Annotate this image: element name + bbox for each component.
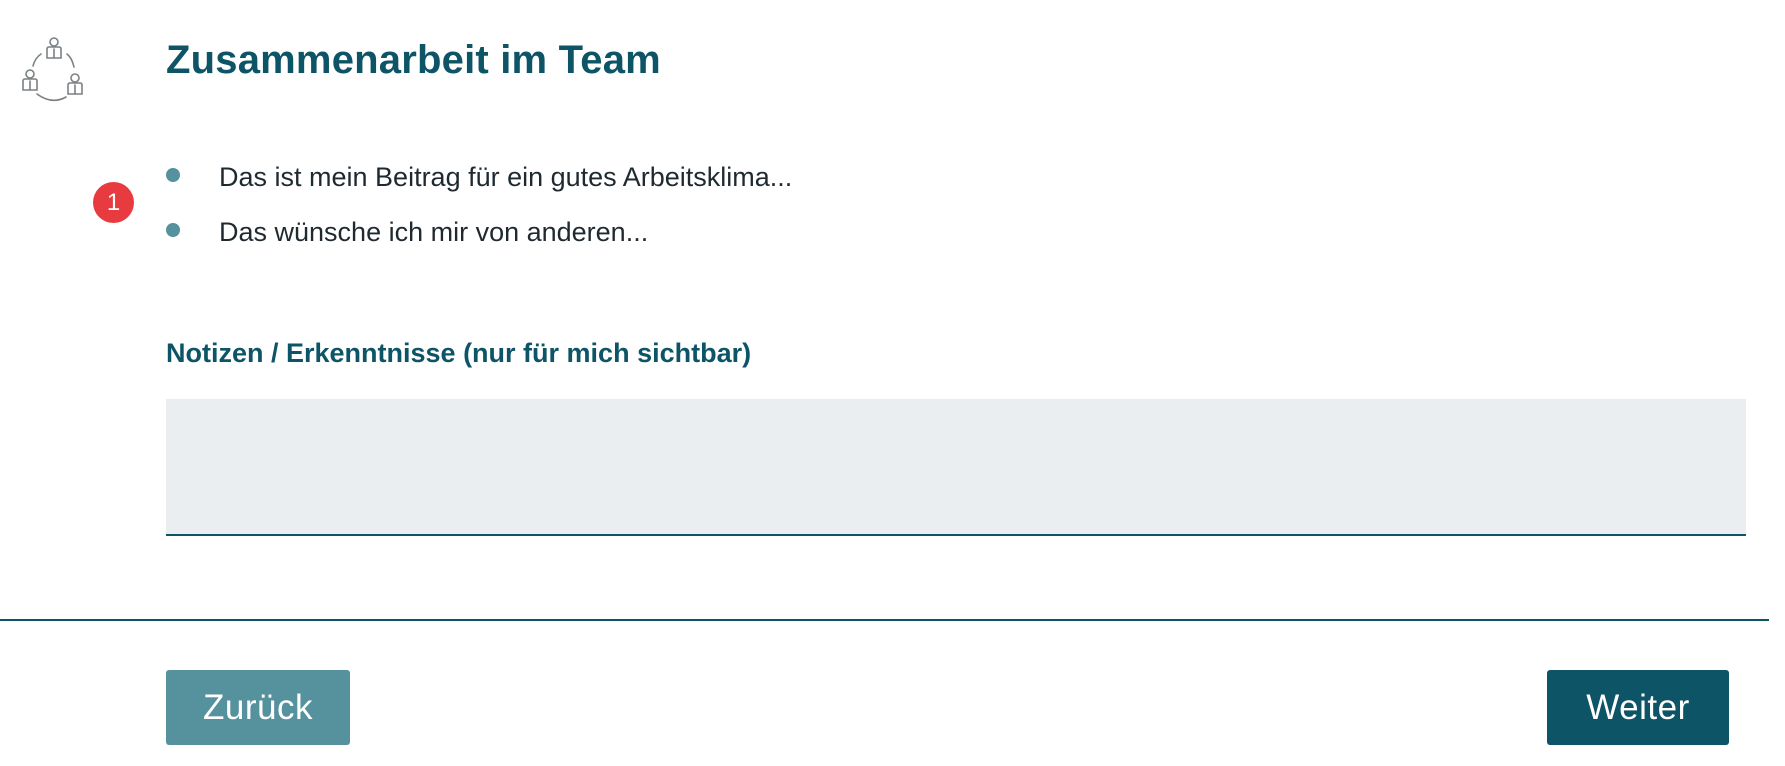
page: Zusammenarbeit im Team 1 Das ist mein Be… xyxy=(0,0,1785,766)
team-collaboration-icon xyxy=(22,37,83,102)
step-number-badge: 1 xyxy=(93,182,134,223)
notes-textarea[interactable] xyxy=(166,399,1746,536)
list-item: Das wünsche ich mir von anderen... xyxy=(166,212,792,267)
list-item: Das ist mein Beitrag für ein gutes Arbei… xyxy=(166,157,792,212)
page-title: Zusammenarbeit im Team xyxy=(166,38,661,82)
next-button[interactable]: Weiter xyxy=(1547,670,1729,745)
prompt-list: Das ist mein Beitrag für ein gutes Arbei… xyxy=(166,157,792,267)
bullet-icon xyxy=(166,223,180,237)
list-item-text: Das ist mein Beitrag für ein gutes Arbei… xyxy=(219,162,793,192)
back-button[interactable]: Zurück xyxy=(166,670,350,745)
bullet-icon xyxy=(166,168,180,182)
notes-label: Notizen / Erkenntnisse (nur für mich sic… xyxy=(166,338,752,368)
list-item-text: Das wünsche ich mir von anderen... xyxy=(219,217,649,247)
footer-divider xyxy=(0,619,1769,621)
